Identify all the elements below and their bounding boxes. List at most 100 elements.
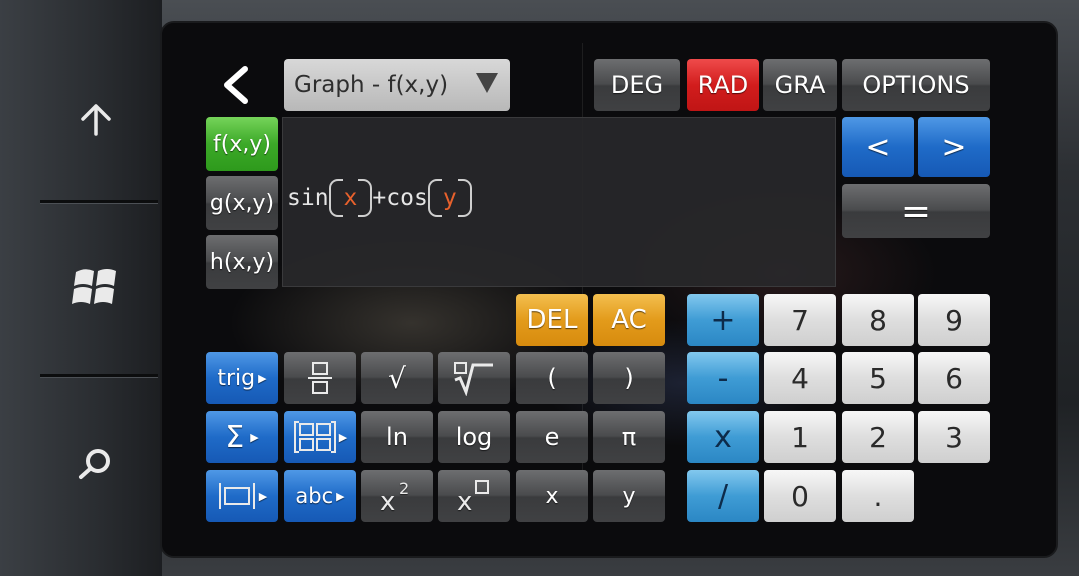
dropdown-arrow-icon xyxy=(476,73,498,93)
minus-button[interactable]: - xyxy=(687,352,759,404)
sqrt-button[interactable]: √ xyxy=(361,352,433,404)
delete-button[interactable]: DEL xyxy=(516,294,588,346)
expr-arg-x: x xyxy=(343,185,358,211)
rad-button[interactable]: RAD xyxy=(687,59,759,111)
decimal-point-label: . xyxy=(873,479,883,513)
e-button[interactable]: e xyxy=(516,411,588,463)
abc-menu-button[interactable]: abc ▶ xyxy=(284,470,356,522)
x-power-icon: x xyxy=(457,480,489,514)
open-paren-label: ( xyxy=(547,364,557,392)
mode-dropdown[interactable]: Graph - f(x,y) xyxy=(284,59,510,111)
digit-3-button[interactable]: 3 xyxy=(918,411,990,463)
log-label: log xyxy=(455,423,493,451)
y-variable-button[interactable]: y xyxy=(593,470,665,522)
trig-menu-button[interactable]: trig ▶ xyxy=(206,352,278,404)
svg-text:x: x xyxy=(380,487,395,514)
e-label: e xyxy=(544,423,560,451)
log-button[interactable]: log xyxy=(438,411,510,463)
digit-2-button[interactable]: 2 xyxy=(842,411,914,463)
nth-root-icon xyxy=(454,362,493,396)
equals-label: = xyxy=(900,190,932,232)
matrix-menu-button[interactable]: ▶ xyxy=(284,411,356,463)
abs-menu-button[interactable]: ▶ xyxy=(206,470,278,522)
up-arrow-button[interactable] xyxy=(60,85,132,155)
function-h-label: h(x,y) xyxy=(209,249,275,275)
digit-1-button[interactable]: 1 xyxy=(764,411,836,463)
digit-8-label: 8 xyxy=(869,303,887,337)
nth-root-button[interactable] xyxy=(438,352,510,404)
pi-label: π xyxy=(621,423,637,451)
svg-text:2: 2 xyxy=(399,479,409,498)
paren-close-shape xyxy=(457,179,472,217)
cursor-left-button[interactable]: < xyxy=(842,117,914,177)
digit-2-label: 2 xyxy=(869,420,887,454)
rad-label: RAD xyxy=(697,71,749,99)
function-f-label: f(x,y) xyxy=(213,131,271,157)
sum-menu-button[interactable]: Σ ▶ xyxy=(206,411,278,463)
paren-close-shape xyxy=(358,179,373,217)
divide-button[interactable]: / xyxy=(687,470,759,522)
expr-operator: + xyxy=(372,185,387,211)
digit-8-button[interactable]: 8 xyxy=(842,294,914,346)
function-g-label: g(x,y) xyxy=(209,190,275,216)
all-clear-label: AC xyxy=(611,305,647,335)
digit-0-button[interactable]: 0 xyxy=(764,470,836,522)
function-h-tab[interactable]: h(x,y) xyxy=(206,235,278,289)
submenu-arrow-icon: ▶ xyxy=(258,489,268,503)
absolute-value-icon xyxy=(218,483,255,509)
search-button[interactable] xyxy=(60,426,132,496)
digit-4-button[interactable]: 4 xyxy=(764,352,836,404)
digit-6-label: 6 xyxy=(945,361,963,395)
pi-button[interactable]: π xyxy=(593,411,665,463)
cursor-right-label: > xyxy=(941,129,967,165)
multiply-button[interactable]: x xyxy=(687,411,759,463)
x-variable-button[interactable]: x xyxy=(516,470,588,522)
digit-9-button[interactable]: 9 xyxy=(918,294,990,346)
x-variable-label: x xyxy=(545,483,559,509)
expr-arg-y: y xyxy=(442,185,457,211)
submenu-arrow-icon: ▶ xyxy=(258,371,267,385)
trig-label: trig xyxy=(217,365,256,391)
options-button[interactable]: OPTIONS xyxy=(842,59,990,111)
digit-1-label: 1 xyxy=(791,420,809,454)
mode-dropdown-label: Graph - f(x,y) xyxy=(294,72,449,98)
windows-start-button[interactable] xyxy=(60,252,132,322)
ln-button[interactable]: ln xyxy=(361,411,433,463)
abc-label: abc xyxy=(295,484,334,508)
open-paren-button[interactable]: ( xyxy=(516,352,588,404)
expr-func-cos: cos xyxy=(386,185,428,211)
function-g-tab[interactable]: g(x,y) xyxy=(206,176,278,230)
fraction-button[interactable] xyxy=(284,352,356,404)
hardware-divider xyxy=(40,374,158,377)
search-icon xyxy=(79,449,110,479)
back-arrow-icon xyxy=(224,66,248,104)
sigma-icon: Σ xyxy=(225,419,245,455)
digit-5-button[interactable]: 5 xyxy=(842,352,914,404)
deg-button[interactable]: DEG xyxy=(594,59,680,111)
hardware-divider xyxy=(40,200,158,203)
close-paren-button[interactable]: ) xyxy=(593,352,665,404)
digit-9-label: 9 xyxy=(945,303,963,337)
square-button[interactable]: x 2 xyxy=(361,470,433,522)
expr-func-sin: sin xyxy=(287,185,329,211)
gra-label: GRA xyxy=(774,71,826,99)
function-f-tab[interactable]: f(x,y) xyxy=(206,117,278,171)
divide-label: / xyxy=(717,478,729,514)
equals-button[interactable]: = xyxy=(842,184,990,238)
expression-input[interactable]: sin x + cos y xyxy=(282,117,836,287)
back-button[interactable] xyxy=(214,63,258,107)
digit-7-button[interactable]: 7 xyxy=(764,294,836,346)
power-button[interactable]: x xyxy=(438,470,510,522)
digit-6-button[interactable]: 6 xyxy=(918,352,990,404)
up-arrow-icon xyxy=(81,104,111,136)
submenu-arrow-icon: ▶ xyxy=(250,430,259,444)
paren-open-shape xyxy=(328,179,343,217)
decimal-point-button[interactable]: . xyxy=(842,470,914,522)
cursor-left-label: < xyxy=(865,129,891,165)
all-clear-button[interactable]: AC xyxy=(593,294,665,346)
plus-button[interactable]: + xyxy=(687,294,759,346)
paren-open-shape xyxy=(427,179,442,217)
gra-button[interactable]: GRA xyxy=(763,59,837,111)
options-label: OPTIONS xyxy=(862,71,970,99)
cursor-right-button[interactable]: > xyxy=(918,117,990,177)
